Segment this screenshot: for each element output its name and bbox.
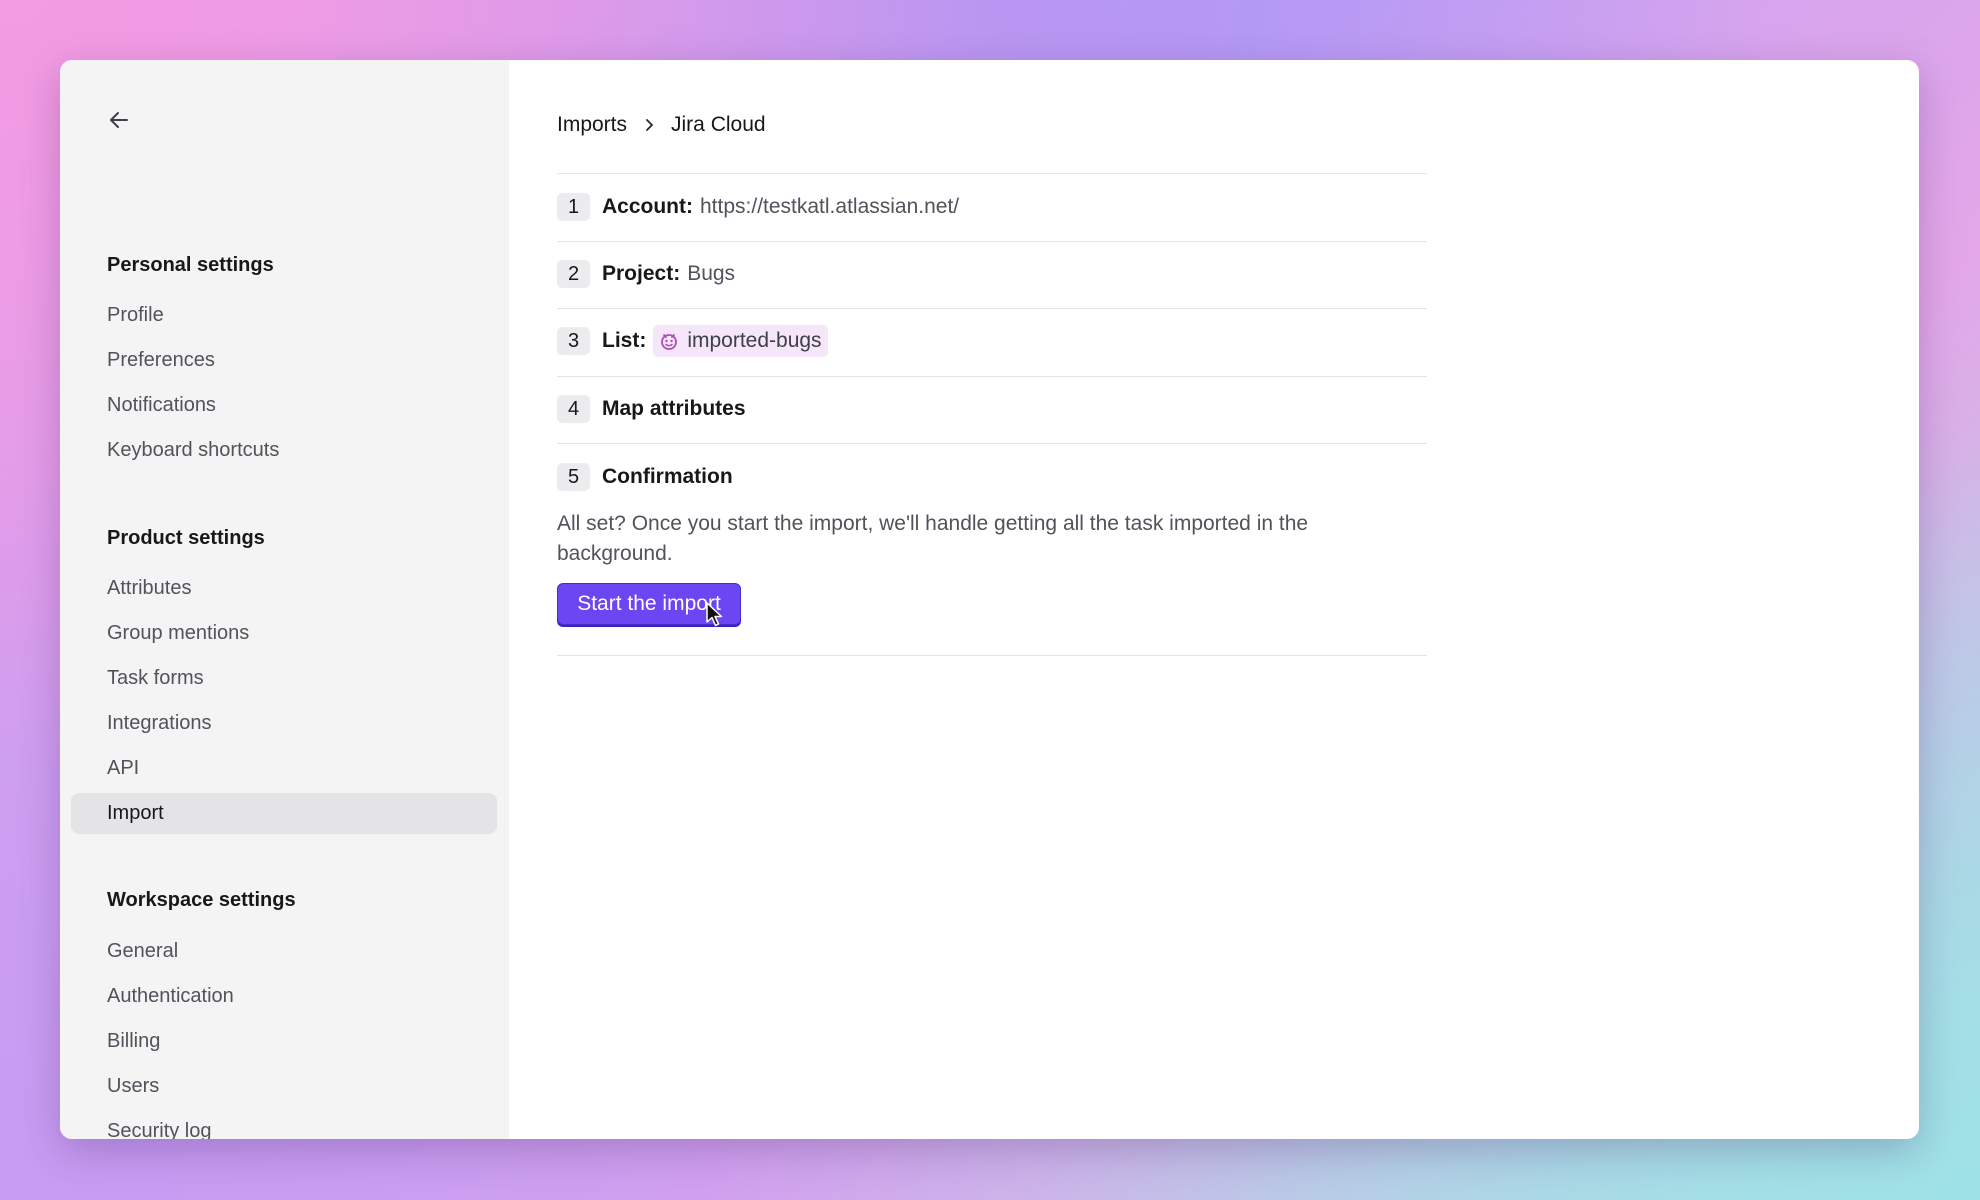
breadcrumb: Imports Jira Cloud [557, 110, 766, 140]
breadcrumb-current: Jira Cloud [671, 113, 766, 136]
sidebar-item-profile[interactable]: Profile [71, 295, 497, 336]
step-project[interactable]: 2 Project: Bugs [557, 257, 735, 291]
divider [557, 173, 1427, 174]
step-number: 2 [557, 260, 590, 288]
confirmation-text: All set? Once you start the import, we'l… [557, 512, 1309, 565]
step-label: Account: [602, 195, 693, 218]
sidebar-item-preferences[interactable]: Preferences [71, 340, 497, 381]
step-confirmation: 5 Confirmation [557, 460, 740, 494]
sidebar-item-users[interactable]: Users [71, 1066, 497, 1107]
step-number: 3 [557, 327, 590, 355]
step-label: Project: [602, 262, 681, 285]
settings-sidebar: Personal settings Profile Preferences No… [60, 60, 509, 1139]
divider [557, 443, 1427, 444]
step-label: Map attributes [602, 397, 746, 420]
import-main-panel: Imports Jira Cloud 1 Account: https://te… [509, 60, 1919, 1139]
sidebar-item-integrations[interactable]: Integrations [71, 703, 497, 744]
sidebar-item-group-mentions[interactable]: Group mentions [71, 613, 497, 654]
sidebar-item-notifications[interactable]: Notifications [71, 385, 497, 426]
sidebar-item-billing[interactable]: Billing [71, 1021, 497, 1062]
list-name: imported-bugs [687, 329, 822, 352]
step-list[interactable]: 3 List: imported-bugs [557, 324, 828, 358]
step-label: List: [602, 329, 647, 352]
step-number: 1 [557, 193, 590, 221]
section-title-personal: Personal settings [107, 254, 274, 276]
list-chip[interactable]: imported-bugs [653, 325, 828, 357]
sidebar-item-task-forms[interactable]: Task forms [71, 658, 497, 699]
sidebar-item-api[interactable]: API [71, 748, 497, 789]
project-name: Bugs [687, 262, 736, 285]
step-number: 4 [557, 395, 590, 423]
bug-face-icon [659, 331, 679, 351]
section-title-product: Product settings [107, 527, 265, 549]
sidebar-item-keyboard-shortcuts[interactable]: Keyboard shortcuts [71, 430, 497, 471]
settings-window: Personal settings Profile Preferences No… [60, 60, 1919, 1139]
divider [557, 308, 1427, 309]
section-title-workspace: Workspace settings [107, 889, 296, 911]
sidebar-item-security-log[interactable]: Security log [71, 1111, 497, 1139]
step-number: 5 [557, 463, 590, 491]
mouse-cursor-icon [706, 602, 723, 627]
sidebar-item-authentication[interactable]: Authentication [71, 976, 497, 1017]
step-account[interactable]: 1 Account: https://testkatl.atlassian.ne… [557, 190, 959, 224]
back-button[interactable] [104, 105, 134, 135]
arrow-left-icon [110, 112, 128, 128]
step-map-attributes[interactable]: 4 Map attributes [557, 392, 753, 426]
sidebar-item-attributes[interactable]: Attributes [71, 568, 497, 609]
step-label: Confirmation [602, 465, 733, 488]
sidebar-item-import[interactable]: Import [71, 793, 497, 834]
divider [557, 376, 1427, 377]
divider [557, 655, 1427, 656]
chevron-right-icon [643, 118, 657, 132]
divider [557, 241, 1427, 242]
sidebar-item-general[interactable]: General [71, 931, 497, 972]
account-url: https://testkatl.atlassian.net/ [700, 195, 960, 218]
breadcrumb-imports-link[interactable]: Imports [557, 113, 627, 137]
